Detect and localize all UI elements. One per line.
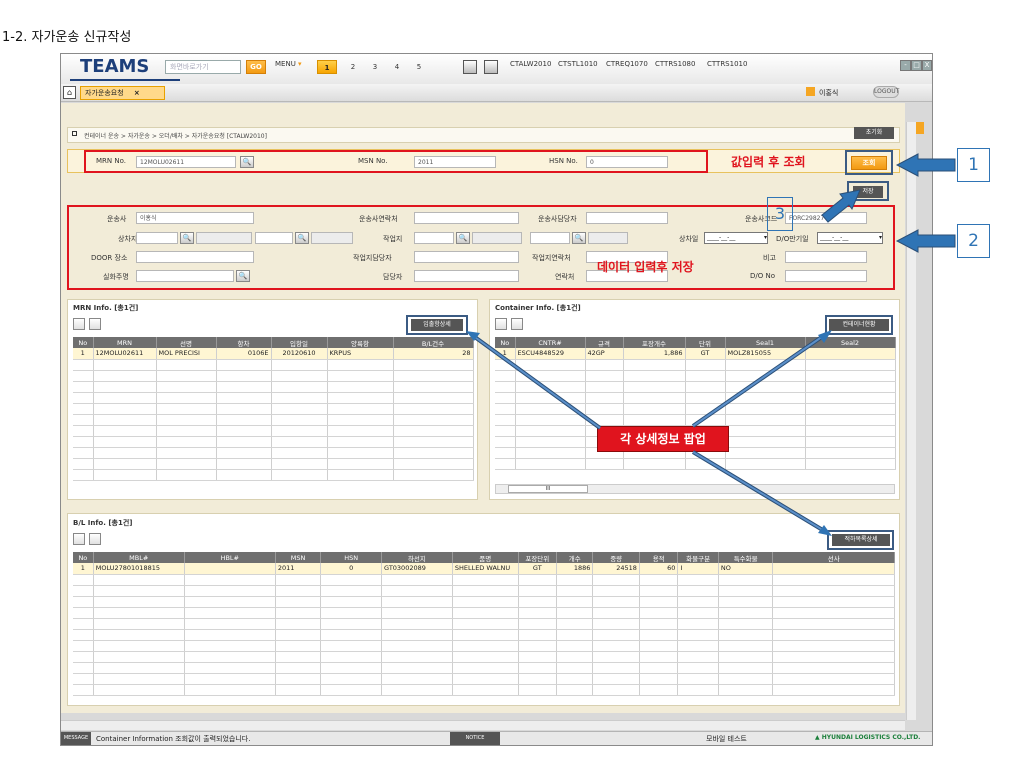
arrowhead-container [818,330,832,343]
arrow-step2 [895,229,956,253]
arrow-step3 [821,189,861,223]
annotation-arrows [466,153,956,536]
arrow-step1 [895,153,956,177]
